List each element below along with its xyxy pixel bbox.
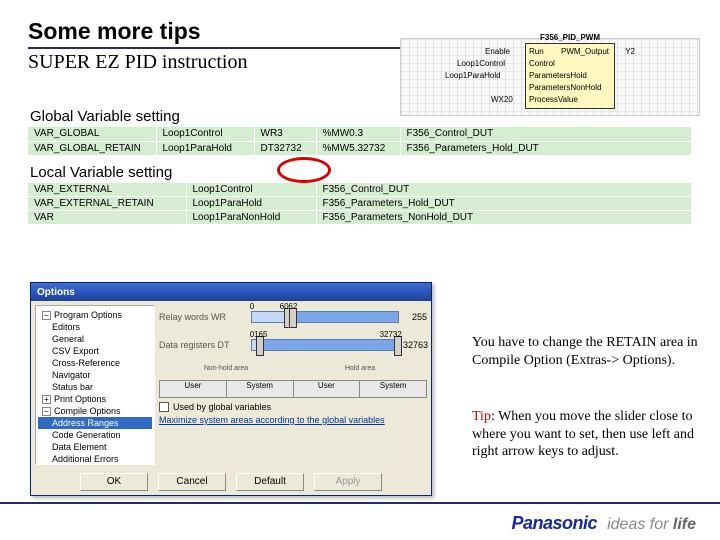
tree-print-options[interactable]: +Print Options [38, 393, 152, 405]
table-row: VAR_GLOBAL_RETAIN Loop1ParaHold DT32732 … [28, 141, 692, 155]
tree-navigator[interactable]: Navigator [38, 369, 152, 381]
note-tip: Tip: When you move the slider close to w… [472, 408, 700, 461]
wr-slider[interactable]: 0 60 62 [251, 311, 399, 323]
dt-label: Data registers DT [159, 340, 251, 350]
local-var-table: VAR_EXTERNAL Loop1Control F356_Control_D… [28, 183, 692, 226]
wr-label: Relay words WR [159, 312, 251, 322]
global-var-table: VAR_GLOBAL Loop1Control WR3 %MW0.3 F356_… [28, 127, 692, 156]
table-row: VAR_GLOBAL Loop1Control WR3 %MW0.3 F356_… [28, 127, 692, 141]
tree-additional-errors[interactable]: Additional Errors [38, 453, 152, 465]
tree-data-element[interactable]: Data Element [38, 441, 152, 453]
tree-code-generation[interactable]: Code Generation [38, 429, 152, 441]
area-legend: User System User System [159, 380, 427, 398]
dt-handle-1[interactable] [256, 336, 264, 356]
maximize-link[interactable]: Maximize system areas according to the g… [159, 415, 427, 425]
tree-editors[interactable]: Editors [38, 321, 152, 333]
wr-max: 255 [399, 312, 427, 322]
brand-logo: Panasonic [512, 513, 598, 534]
dt-handle-2[interactable] [394, 336, 402, 356]
tree-cross-reference[interactable]: Cross-Reference [38, 357, 152, 369]
dialog-buttons: OK Cancel Default Apply [31, 469, 431, 495]
address-ranges-panel: Relay words WR 0 60 62 255 Data register… [159, 305, 427, 465]
fb-name: F356_PID_PWM [525, 33, 615, 42]
function-block-view: F356_PID_PWM Enable Loop1Control Loop1Pa… [400, 38, 700, 116]
footer-logo: Panasonic ideas for life [512, 513, 696, 534]
ok-button[interactable]: OK [80, 473, 148, 491]
collapse-icon[interactable]: − [42, 407, 51, 416]
table-row: VAR Loop1ParaNonHold F356_Parameters_Non… [28, 211, 692, 225]
section-local: Local Variable setting [30, 164, 692, 181]
note-retain: You have to change the RETAIN area in Co… [472, 334, 700, 369]
wr-handle-2[interactable] [289, 308, 297, 328]
options-dialog: Options −Program Options Editors General… [30, 282, 432, 496]
cancel-button[interactable]: Cancel [158, 473, 226, 491]
footer-divider [0, 502, 720, 504]
expand-icon[interactable]: + [42, 395, 51, 404]
tree-general[interactable]: General [38, 333, 152, 345]
default-button[interactable]: Default [236, 473, 304, 491]
table-row: VAR_EXTERNAL Loop1Control F356_Control_D… [28, 183, 692, 197]
tree-program-options[interactable]: −Program Options [38, 309, 152, 321]
table-row: VAR_EXTERNAL_RETAIN Loop1ParaHold F356_P… [28, 197, 692, 211]
apply-button[interactable]: Apply [314, 473, 382, 491]
dt-max: 32763 [399, 340, 427, 350]
options-tree[interactable]: −Program Options Editors General CSV Exp… [35, 305, 155, 465]
used-by-globals-checkbox[interactable]: Used by global variables [159, 402, 427, 412]
tree-compile-options[interactable]: −Compile Options [38, 405, 152, 417]
brand-tagline: ideas for life [607, 516, 696, 534]
tree-csv-export[interactable]: CSV Export [38, 345, 152, 357]
dialog-title: Options [31, 283, 431, 301]
tree-status-bar[interactable]: Status bar [38, 381, 152, 393]
dt-slider[interactable]: 0 165 32732 [251, 339, 399, 351]
tree-address-ranges[interactable]: Address Ranges [38, 417, 152, 429]
area-header: Non-hold areaHold area [159, 365, 427, 372]
checkbox-icon[interactable] [159, 402, 169, 412]
collapse-icon[interactable]: − [42, 311, 51, 320]
